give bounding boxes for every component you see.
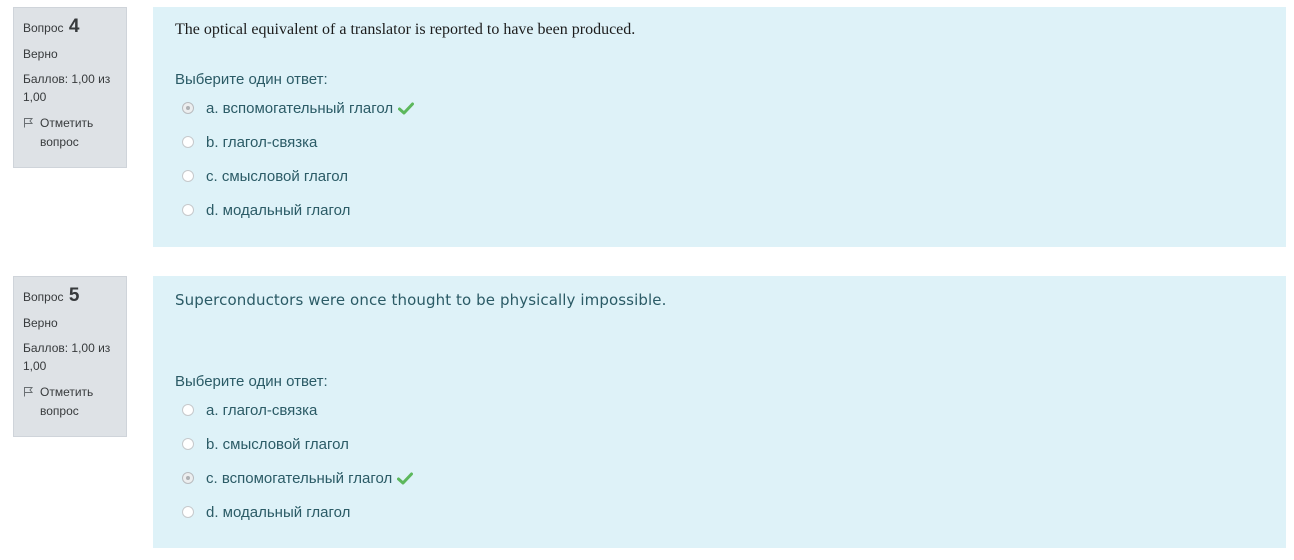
flag-question-link[interactable]: Отметить вопрос bbox=[23, 383, 117, 421]
answer-option-b[interactable]: b. смысловой глагол bbox=[182, 434, 349, 454]
question-text: Superconductors were once thought to be … bbox=[175, 291, 667, 309]
answer-label: d. модальный глагол bbox=[206, 503, 351, 521]
answer-option-b[interactable]: b. глагол-связка bbox=[182, 132, 317, 152]
radio-icon[interactable] bbox=[182, 136, 194, 148]
radio-icon[interactable] bbox=[182, 472, 194, 484]
question-grade: Баллов: 1,00 из 1,00 bbox=[23, 72, 111, 104]
question-info-4: Вопрос 4 Верно Баллов: 1,00 из 1,00 Отме… bbox=[13, 7, 127, 168]
answer-label: d. модальный глагол bbox=[206, 201, 351, 219]
flag-question-label: Отметить вопрос bbox=[40, 116, 94, 149]
question-number: Вопрос 4 bbox=[23, 16, 117, 38]
answer-option-c[interactable]: c. вспомогательный глагол bbox=[182, 468, 414, 488]
question-content-4: The optical equivalent of a translator i… bbox=[153, 7, 1286, 247]
question-state: Верно bbox=[23, 316, 58, 330]
radio-icon[interactable] bbox=[182, 506, 194, 518]
answer-label: b. глагол-связка bbox=[206, 133, 318, 151]
answer-label: a. вспомогательный глагол bbox=[206, 99, 394, 117]
radio-icon[interactable] bbox=[182, 102, 194, 114]
question-state: Верно bbox=[23, 47, 58, 61]
question-label: Вопрос bbox=[23, 290, 64, 304]
answer-prompt: Выберите один ответ: bbox=[175, 71, 328, 88]
question-label: Вопрос bbox=[23, 21, 64, 35]
question-info-5: Вопрос 5 Верно Баллов: 1,00 из 1,00 Отме… bbox=[13, 276, 127, 437]
question-number-value: 5 bbox=[68, 285, 80, 306]
answer-option-a[interactable]: a. глагол-связка bbox=[182, 400, 317, 420]
radio-icon[interactable] bbox=[182, 204, 194, 216]
question-content-5: Superconductors were once thought to be … bbox=[153, 276, 1286, 548]
answer-label: c. смысловой глагол bbox=[206, 167, 349, 185]
answer-option-d[interactable]: d. модальный глагол bbox=[182, 502, 350, 522]
radio-icon[interactable] bbox=[182, 170, 194, 182]
answer-option-d[interactable]: d. модальный глагол bbox=[182, 200, 350, 220]
check-icon bbox=[398, 102, 415, 114]
question-grade: Баллов: 1,00 из 1,00 bbox=[23, 341, 111, 373]
question-number: Вопрос 5 bbox=[23, 285, 117, 307]
flag-question-link[interactable]: Отметить вопрос bbox=[23, 114, 117, 152]
radio-icon[interactable] bbox=[182, 438, 194, 450]
question-text: The optical equivalent of a translator i… bbox=[175, 21, 636, 38]
answer-label: b. смысловой глагол bbox=[206, 435, 349, 453]
flag-question-label: Отметить вопрос bbox=[40, 385, 94, 418]
answer-prompt: Выберите один ответ: bbox=[175, 373, 328, 390]
answer-label: a. глагол-связка bbox=[206, 401, 318, 419]
answer-option-a[interactable]: a. вспомогательный глагол bbox=[182, 98, 415, 118]
flag-icon bbox=[24, 387, 34, 397]
question-number-value: 4 bbox=[68, 16, 80, 37]
answer-label: c. вспомогательный глагол bbox=[206, 469, 393, 487]
flag-icon bbox=[24, 118, 34, 128]
answer-option-c[interactable]: c. смысловой глагол bbox=[182, 166, 348, 186]
radio-icon[interactable] bbox=[182, 404, 194, 416]
check-icon bbox=[397, 472, 414, 484]
